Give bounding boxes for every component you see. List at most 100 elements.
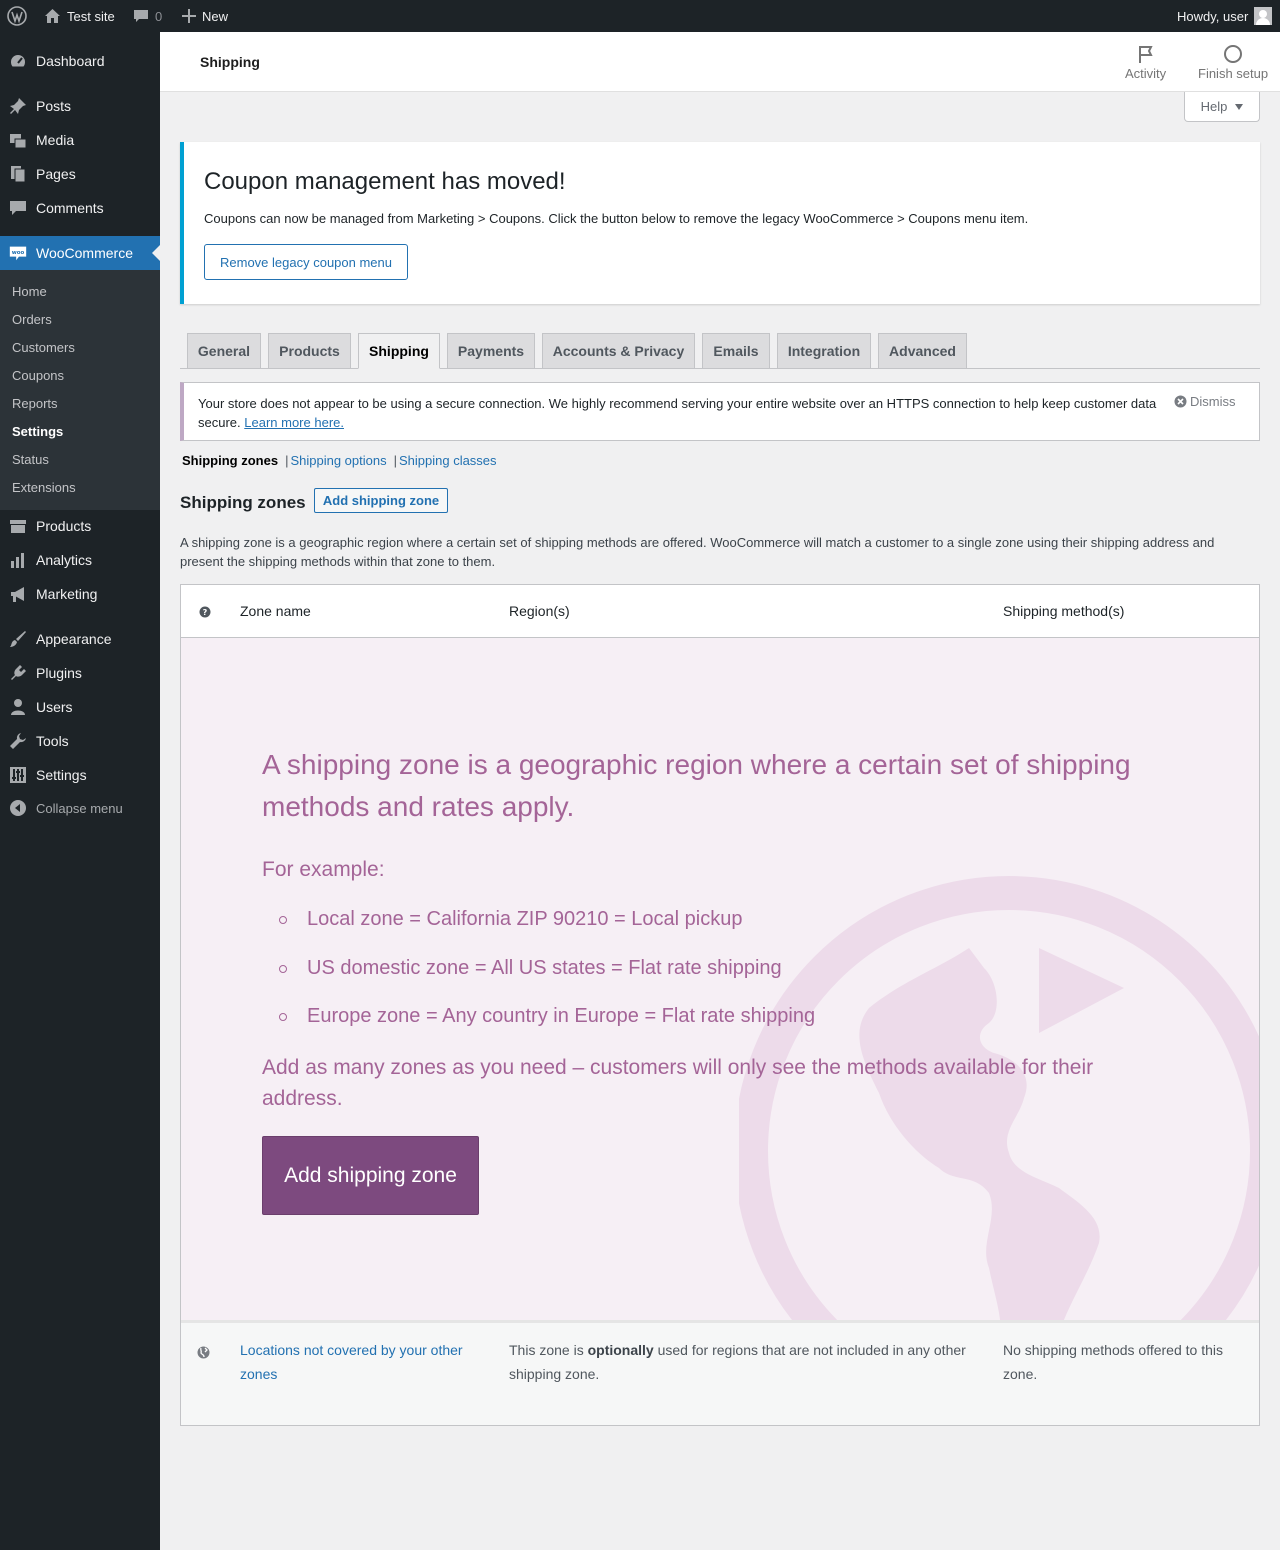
shipping-zones-table: ? Zone name Region(s) Shipping method(s)…: [180, 584, 1260, 1426]
user-icon: [8, 697, 28, 717]
menu-appearance[interactable]: Appearance: [0, 622, 160, 656]
activity-label: Activity: [1125, 66, 1167, 81]
table-header: ? Zone name Region(s) Shipping method(s): [181, 585, 1259, 638]
menu-settings[interactable]: Settings: [0, 758, 160, 792]
activity-button[interactable]: Activity: [1125, 42, 1166, 81]
menu-users[interactable]: Users: [0, 690, 160, 724]
column-shipping-methods: Shipping method(s): [1003, 603, 1125, 619]
remove-legacy-coupon-menu-button[interactable]: Remove legacy coupon menu: [204, 244, 408, 280]
blank-state-lead: A shipping zone is a geographic region w…: [262, 749, 1131, 822]
tab-products[interactable]: Products: [268, 333, 351, 369]
notice-text: Coupons can now be managed from Marketin…: [204, 211, 1029, 226]
tab-general[interactable]: General: [187, 333, 261, 369]
submenu-settings[interactable]: Settings: [12, 424, 63, 439]
list-item: Local zone = California ZIP 90210 = Loca…: [279, 908, 815, 957]
svg-text:?: ?: [203, 608, 208, 617]
menu-dashboard[interactable]: Dashboard: [0, 44, 160, 78]
tab-emails[interactable]: Emails: [702, 333, 770, 369]
submenu-extensions[interactable]: Extensions: [12, 480, 76, 495]
dashboard-icon: [8, 51, 28, 71]
media-icon: [8, 130, 28, 150]
finish-setup-label: Finish setup: [1198, 66, 1269, 81]
tab-payments[interactable]: Payments: [447, 333, 535, 369]
wordpress-logo-icon[interactable]: [7, 0, 27, 32]
add-shipping-zone-button[interactable]: Add shipping zone: [314, 488, 448, 513]
menu-pages[interactable]: Pages: [0, 157, 160, 191]
https-warning-notice: Your store does not appear to be using a…: [180, 382, 1260, 441]
shipping-zones-description: A shipping zone is a geographic region w…: [180, 535, 1215, 569]
column-regions: Region(s): [509, 603, 570, 619]
progress-ring-icon: [1223, 42, 1243, 66]
blank-state-example-heading: For example:: [262, 858, 385, 881]
comments-link[interactable]: 0: [133, 0, 162, 32]
svg-text:woo: woo: [12, 250, 25, 256]
submenu-coupons[interactable]: Coupons: [12, 368, 64, 383]
comments-count: 0: [155, 8, 163, 24]
menu-products[interactable]: Products: [0, 509, 160, 543]
admin-bar: Test site 0 New Howdy, user: [0, 0, 1280, 32]
submenu-home[interactable]: Home: [12, 284, 47, 299]
finish-setup-button[interactable]: Finish setup: [1198, 42, 1268, 81]
menu-woocommerce[interactable]: woo WooCommerce: [0, 236, 160, 270]
my-account-link[interactable]: Howdy, user: [1177, 0, 1273, 32]
new-content-link[interactable]: New: [182, 0, 228, 32]
menu-plugins[interactable]: Plugins: [0, 656, 160, 690]
greeting: Howdy, user: [1177, 8, 1249, 24]
comment-icon: [8, 198, 28, 218]
admin-sidebar: Dashboard Posts Media Pages Comments woo…: [0, 32, 160, 1550]
table-row: Locations not covered by your other zone…: [181, 1320, 1259, 1425]
menu-marketing[interactable]: Marketing: [0, 577, 160, 611]
rest-of-world-zone-link[interactable]: Locations not covered by your other zone…: [240, 1338, 480, 1386]
comment-icon: [133, 8, 149, 24]
site-name-link[interactable]: Test site: [44, 0, 115, 32]
column-zone-name: Zone name: [240, 603, 311, 619]
dismiss-button[interactable]: Dismiss: [1174, 394, 1236, 409]
new-label: New: [202, 8, 229, 24]
brush-icon: [8, 629, 28, 649]
collapse-icon: [8, 798, 28, 818]
subnav-shipping-classes[interactable]: Shipping classes: [399, 453, 497, 468]
learn-more-link[interactable]: Learn more here.: [244, 415, 344, 430]
shipping-subnav: Shipping zones | Shipping options | Ship…: [182, 453, 497, 468]
blank-state-outro: Add as many zones as you need – customer…: [262, 1056, 1094, 1110]
woocommerce-header: Shipping Activity Finish setup: [160, 32, 1280, 92]
coupon-moved-notice: Coupon management has moved! Coupons can…: [180, 142, 1260, 304]
caret-down-icon: [1235, 103, 1244, 110]
tab-advanced[interactable]: Advanced: [878, 333, 967, 369]
tab-accounts-privacy[interactable]: Accounts & Privacy: [542, 333, 695, 369]
archive-icon: [8, 516, 28, 536]
pages-icon: [8, 164, 28, 184]
submenu-customers[interactable]: Customers: [12, 340, 75, 355]
close-circle-icon: [1174, 395, 1187, 408]
settings-tabs: General Products Shipping Payments Accou…: [180, 333, 1260, 369]
menu-media[interactable]: Media: [0, 123, 160, 157]
rest-of-world-methods: No shipping methods offered to this zone…: [1003, 1342, 1223, 1382]
tab-integration[interactable]: Integration: [777, 333, 871, 369]
flag-icon: [1137, 42, 1155, 66]
site-name: Test site: [67, 8, 115, 24]
dismiss-label: Dismiss: [1190, 394, 1236, 409]
woo-icon: woo: [8, 243, 28, 263]
subnav-shipping-zones[interactable]: Shipping zones: [182, 453, 278, 468]
add-shipping-zone-primary-button[interactable]: Add shipping zone: [262, 1136, 479, 1215]
subnav-shipping-options[interactable]: Shipping options: [290, 453, 386, 468]
help-tab-button[interactable]: Help: [1184, 92, 1260, 122]
menu-analytics[interactable]: Analytics: [0, 543, 160, 577]
wrench-icon: [8, 731, 28, 751]
submenu-status[interactable]: Status: [12, 452, 49, 467]
pushpin-icon: [8, 96, 28, 116]
menu-posts[interactable]: Posts: [0, 89, 160, 123]
notice-title: Coupon management has moved!: [204, 168, 566, 195]
megaphone-icon: [8, 584, 28, 604]
menu-tools[interactable]: Tools: [0, 724, 160, 758]
collapse-menu-button[interactable]: Collapse menu: [0, 791, 160, 825]
submenu-orders[interactable]: Orders: [12, 312, 52, 327]
menu-comments[interactable]: Comments: [0, 191, 160, 225]
world-icon: [197, 1342, 210, 1366]
plug-icon: [8, 663, 28, 683]
submenu-reports[interactable]: Reports: [12, 396, 58, 411]
help-tip-icon[interactable]: ?: [199, 605, 211, 621]
shipping-zones-heading: Shipping zones: [180, 493, 306, 512]
avatar: [1254, 7, 1273, 25]
tab-shipping[interactable]: Shipping: [358, 333, 440, 369]
